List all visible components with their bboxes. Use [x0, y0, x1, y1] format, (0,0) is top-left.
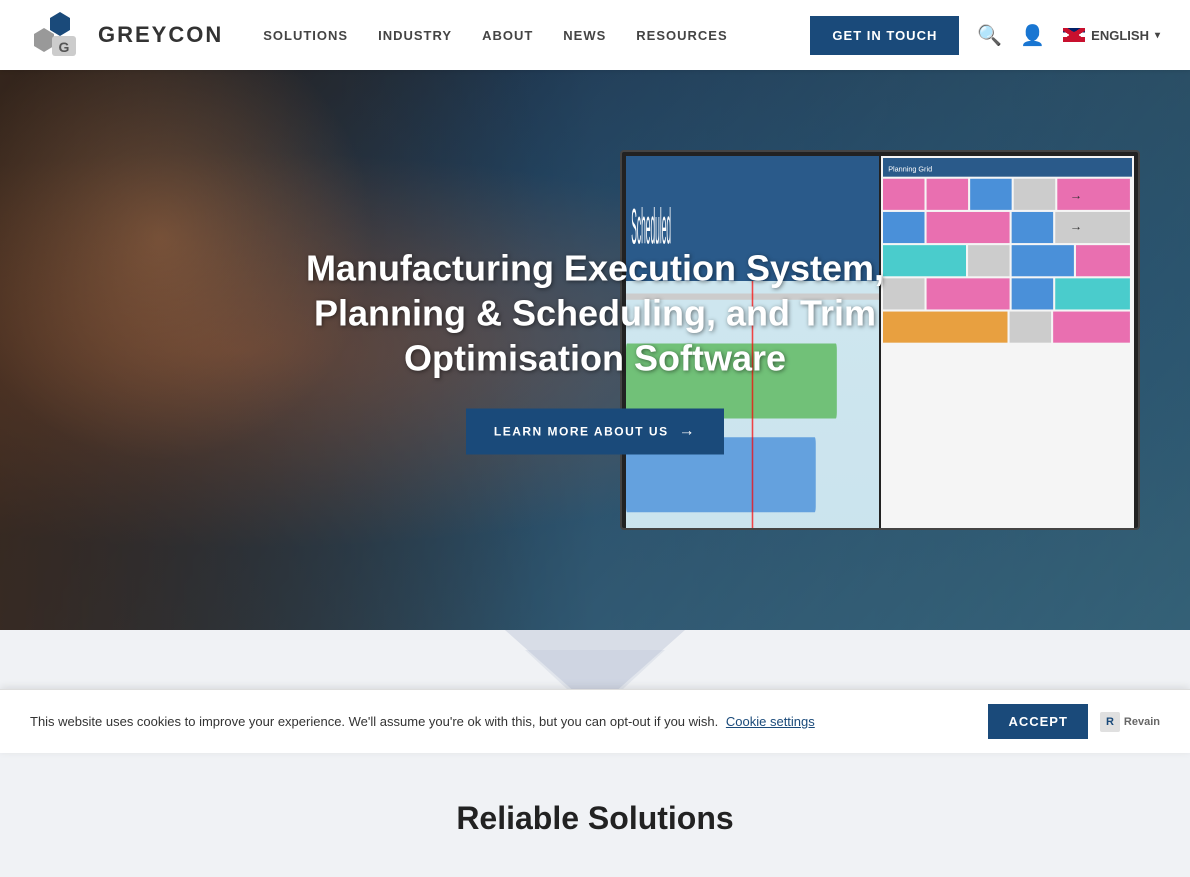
nav-industry[interactable]: INDUSTRY	[378, 28, 452, 43]
user-icon[interactable]: 👤	[1020, 23, 1045, 48]
svg-text:Planning Grid: Planning Grid	[888, 164, 932, 173]
header: G GREYCON SOLUTIONS INDUSTRY ABOUT NEWS …	[0, 0, 1190, 70]
logo-text: GREYCON	[98, 22, 223, 48]
nav-solutions[interactable]: SOLUTIONS	[263, 28, 348, 43]
reliable-solutions-section: Reliable Solutions	[0, 780, 1190, 877]
learn-more-button[interactable]: LEARN MORE ABOUT US →	[466, 409, 724, 455]
cookie-right: ACCEPT R Revain	[988, 704, 1160, 739]
revain-label: Revain	[1124, 716, 1160, 728]
header-left: G GREYCON SOLUTIONS INDUSTRY ABOUT NEWS …	[30, 10, 728, 60]
svg-text:→: →	[1070, 220, 1082, 234]
cookie-text: This website uses cookies to improve you…	[30, 714, 968, 729]
arrow-icon: →	[679, 423, 697, 441]
nav-news[interactable]: NEWS	[563, 28, 606, 43]
accept-button[interactable]: ACCEPT	[988, 704, 1087, 739]
svg-text:→: →	[1070, 189, 1082, 203]
reliable-solutions-title: Reliable Solutions	[30, 800, 1160, 837]
cookie-banner: This website uses cookies to improve you…	[0, 689, 1190, 753]
learn-more-label: LEARN MORE ABOUT US	[494, 425, 669, 439]
language-selector[interactable]: ENGLISH ▾	[1063, 28, 1160, 43]
hero-content: Manufacturing Execution System, Planning…	[255, 246, 935, 455]
nav-resources[interactable]: RESOURCES	[636, 28, 727, 43]
header-right: GET IN TOUCH 🔍 👤 ENGLISH ▾	[810, 16, 1160, 55]
hero-section: Scheduled	[0, 70, 1190, 630]
nav-about[interactable]: ABOUT	[482, 28, 533, 43]
search-icon[interactable]: 🔍	[977, 23, 1002, 48]
revain-r-icon: R	[1100, 712, 1120, 732]
greycon-logo-icon: G	[30, 10, 90, 60]
chevron-down-icon: ▾	[1155, 30, 1160, 41]
cookie-settings-link[interactable]: Cookie settings	[726, 714, 815, 729]
flag-icon	[1063, 28, 1085, 42]
hero-title: Manufacturing Execution System, Planning…	[255, 246, 935, 381]
get-in-touch-button[interactable]: GET IN TOUCH	[810, 16, 959, 55]
main-nav: SOLUTIONS INDUSTRY ABOUT NEWS RESOURCES	[263, 28, 727, 43]
language-label: ENGLISH	[1091, 28, 1149, 43]
revain-logo: R Revain	[1100, 712, 1160, 732]
svg-text:G: G	[59, 39, 70, 55]
hero-background: Scheduled	[0, 70, 1190, 630]
